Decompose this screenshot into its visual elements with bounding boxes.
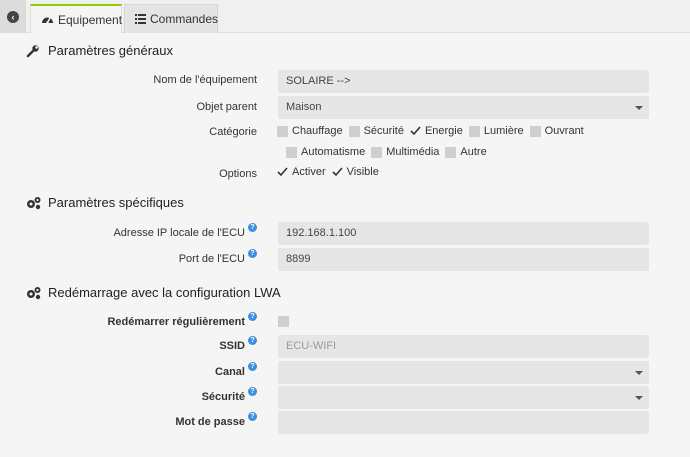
tab-bar: ‹ Equipement Commandes — [0, 0, 690, 33]
question-circle-icon[interactable]: ? — [248, 412, 257, 421]
back-circle-icon: ‹ — [7, 10, 19, 23]
category-label: Catégorie — [209, 126, 257, 138]
password-input[interactable] — [278, 411, 649, 434]
category-row-1: Chauffage Sécurité Energie Lumière Ouvra… — [277, 125, 590, 137]
equipment-name-label: Nom de l'équipement — [153, 74, 257, 86]
question-circle-icon[interactable]: ? — [248, 387, 257, 396]
tab-equipement-label: Equipement — [58, 12, 123, 27]
tab-commandes-label: Commandes — [150, 12, 219, 26]
tab-equipement[interactable]: Equipement — [30, 4, 122, 33]
category-energie[interactable]: Energie — [410, 125, 463, 137]
cogs-icon — [26, 286, 44, 300]
wrench-icon — [26, 44, 44, 58]
category-ouvrant[interactable]: Ouvrant — [529, 125, 584, 137]
chevron-down-icon — [635, 371, 643, 375]
ssid-label: SSID? — [0, 336, 257, 352]
ecu-ip-input[interactable]: 192.168.1.100 — [278, 222, 649, 245]
tachometer-icon — [41, 14, 54, 25]
question-circle-icon[interactable]: ? — [248, 362, 257, 371]
question-circle-icon[interactable]: ? — [248, 312, 257, 321]
checkbox[interactable] — [445, 146, 457, 158]
checkbox[interactable] — [371, 146, 383, 158]
parent-object-select[interactable]: Maison — [278, 96, 649, 119]
security-label: Sécurité? — [0, 387, 257, 403]
category-multimedia[interactable]: Multimédia — [371, 146, 439, 158]
category-row-2: Automatisme Multimédia Autre — [286, 146, 493, 158]
checkbox[interactable] — [286, 146, 297, 158]
ecu-port-label: Port de l'ECU? — [0, 249, 257, 265]
list-icon — [135, 14, 146, 24]
canal-label: Canal? — [0, 362, 257, 378]
password-label: Mot de passe? — [0, 412, 257, 428]
question-circle-icon[interactable]: ? — [248, 223, 257, 232]
checkmark-icon[interactable] — [332, 167, 343, 178]
restart-checkbox[interactable] — [278, 316, 289, 327]
section-general-title: Paramètres généraux — [26, 43, 173, 58]
restart-label: Redémarrer régulièrement? — [0, 312, 257, 328]
chevron-down-icon — [635, 396, 643, 400]
canal-select[interactable] — [278, 361, 649, 384]
tab-commandes[interactable]: Commandes — [124, 4, 218, 33]
restart-checkbox-row — [278, 316, 293, 327]
parent-object-value: Maison — [286, 101, 322, 113]
equipment-name-input[interactable]: SOLAIRE --> — [278, 70, 649, 93]
category-chauffage[interactable]: Chauffage — [277, 125, 343, 137]
ssid-input[interactable]: ECU-WIFI — [278, 335, 649, 358]
question-circle-icon[interactable]: ? — [248, 249, 257, 258]
options-row: Activer Visible — [277, 166, 385, 178]
cogs-icon — [26, 196, 44, 210]
section-reboot-title: Redémarrage avec la configuration LWA — [26, 285, 281, 300]
ecu-ip-label: Adresse IP locale de l'ECU? — [0, 223, 257, 239]
options-label: Options — [219, 168, 257, 180]
category-autre[interactable]: Autre — [445, 146, 487, 158]
security-select[interactable] — [278, 386, 649, 409]
checkbox[interactable] — [468, 125, 480, 137]
back-button[interactable]: ‹ — [0, 0, 26, 33]
option-visible[interactable]: Visible — [332, 166, 379, 178]
question-circle-icon[interactable]: ? — [248, 336, 257, 345]
checkmark-icon[interactable] — [277, 167, 288, 178]
parent-object-label: Objet parent — [196, 101, 257, 113]
checkbox[interactable] — [277, 125, 288, 137]
checkbox[interactable] — [529, 125, 541, 137]
option-activer[interactable]: Activer — [277, 166, 326, 178]
section-specific-title: Paramètres spécifiques — [26, 195, 184, 210]
category-securite[interactable]: Sécurité — [348, 125, 404, 137]
checkbox[interactable] — [348, 125, 360, 137]
category-lumiere[interactable]: Lumière — [468, 125, 524, 137]
chevron-down-icon — [635, 106, 643, 110]
category-automatisme[interactable]: Automatisme — [286, 146, 365, 158]
checkmark-icon[interactable] — [410, 126, 421, 137]
ecu-port-input[interactable]: 8899 — [278, 248, 649, 271]
